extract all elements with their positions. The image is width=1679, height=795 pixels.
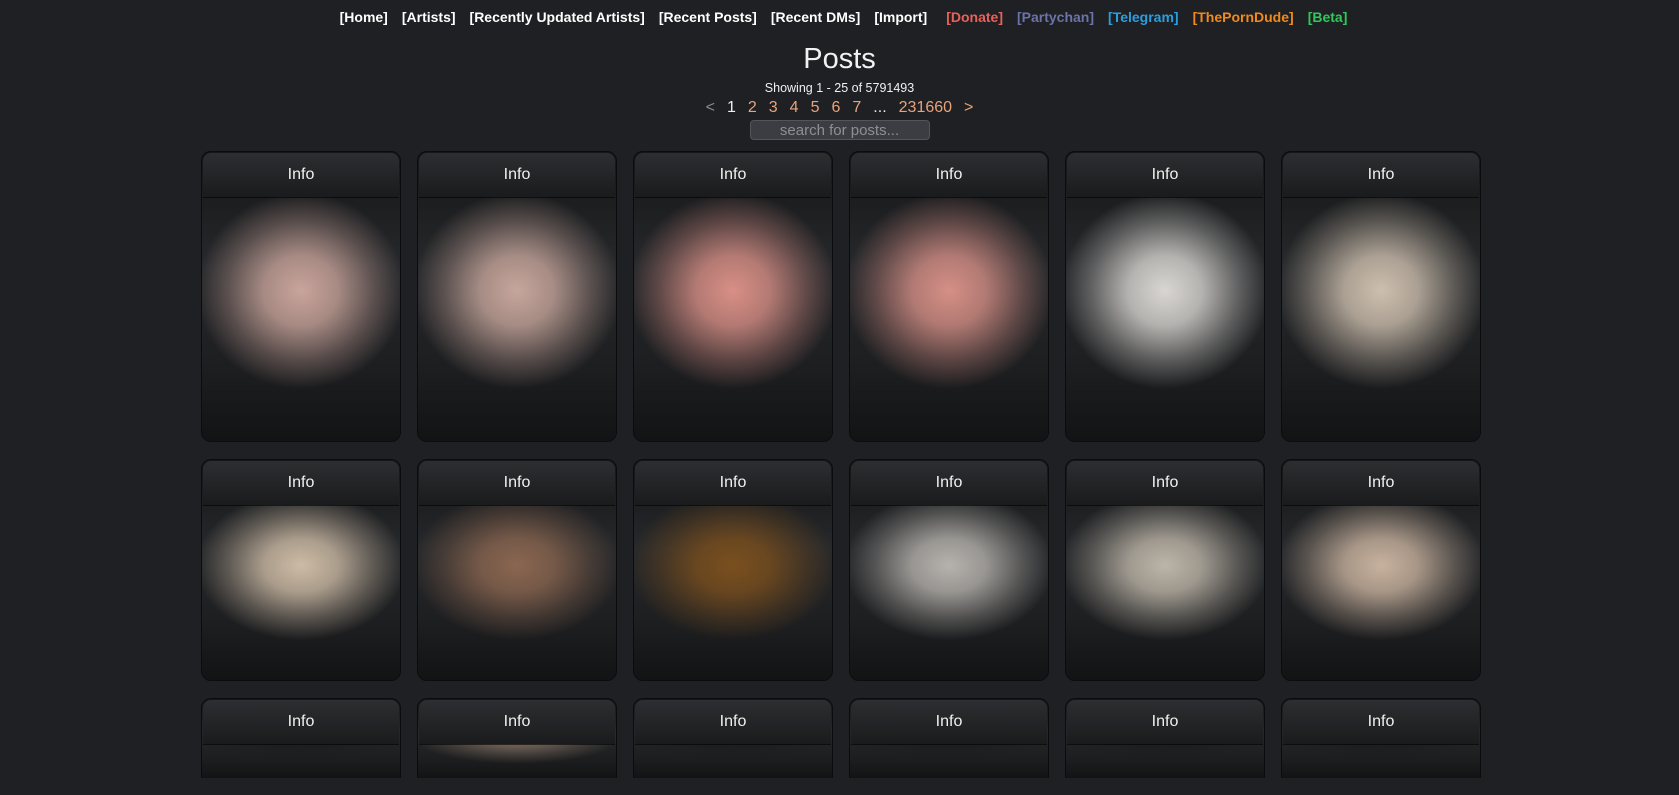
post-info-header[interactable]: Info — [635, 461, 831, 505]
page-link-3[interactable]: 3 — [769, 99, 778, 117]
last-page-link[interactable]: 231660 — [899, 99, 952, 117]
post-info-header[interactable]: Info — [419, 461, 615, 505]
post-info-header[interactable]: Info — [635, 153, 831, 197]
post-info-header[interactable]: Info — [1067, 700, 1263, 744]
prev-page-link[interactable]: < — [706, 99, 715, 117]
post-info-header[interactable]: Info — [1283, 461, 1479, 505]
nav-link-recent-dms[interactable]: [Recent DMs] — [771, 9, 860, 25]
current-page: 1 — [726, 99, 736, 116]
post-row: Info Info Info Info Info Info — [201, 459, 1481, 681]
results-count: Showing 1 - 25 of 5791493 — [764, 81, 915, 95]
post-card[interactable]: Info — [1281, 698, 1481, 778]
post-card[interactable]: Info — [201, 459, 401, 681]
post-card[interactable]: Info — [1065, 459, 1265, 681]
post-info-header[interactable]: Info — [851, 153, 1047, 197]
top-navigation: [Home] [Artists] [Recently Updated Artists… — [0, 0, 1679, 34]
post-card[interactable]: Info — [633, 459, 833, 681]
post-info-header[interactable]: Info — [419, 153, 615, 197]
nav-link-telegram[interactable]: [Telegram] — [1108, 9, 1179, 25]
post-info-header[interactable]: Info — [419, 700, 615, 744]
post-info-header[interactable]: Info — [1283, 153, 1479, 197]
post-card[interactable]: Info — [633, 698, 833, 778]
page-link-2[interactable]: 2 — [748, 99, 757, 117]
page-title: Posts — [803, 43, 876, 75]
search-bar — [0, 120, 1679, 140]
post-info-header[interactable]: Info — [203, 461, 399, 505]
post-card[interactable]: Info — [1065, 698, 1265, 778]
post-card[interactable]: Info — [417, 151, 617, 442]
nav-link-beta[interactable]: [Beta] — [1308, 9, 1348, 25]
post-info-header[interactable]: Info — [203, 153, 399, 197]
page-link-6[interactable]: 6 — [831, 99, 840, 117]
nav-link-home[interactable]: [Home] — [340, 9, 388, 25]
nav-link-recent-posts[interactable]: [Recent Posts] — [659, 9, 757, 25]
post-info-header[interactable]: Info — [1067, 153, 1263, 197]
post-row: Info Info Info Info Info Info — [201, 151, 1481, 442]
post-card[interactable]: Info — [849, 151, 1049, 442]
post-card[interactable]: Info — [417, 698, 617, 778]
post-card[interactable]: Info — [849, 459, 1049, 681]
post-info-header[interactable]: Info — [635, 700, 831, 744]
post-card[interactable]: Info — [201, 698, 401, 778]
nav-link-theporndude[interactable]: [ThePornDude] — [1193, 9, 1294, 25]
post-card[interactable]: Info — [849, 698, 1049, 778]
post-info-header[interactable]: Info — [851, 700, 1047, 744]
search-input[interactable] — [749, 120, 930, 140]
page-link-4[interactable]: 4 — [790, 99, 799, 117]
post-info-header[interactable]: Info — [203, 700, 399, 744]
nav-link-artists[interactable]: [Artists] — [402, 9, 456, 25]
post-card[interactable]: Info — [201, 151, 401, 442]
pagination: < 1 2 3 4 5 6 7 ... 231660 > — [0, 97, 1679, 119]
next-page-link[interactable]: > — [964, 99, 973, 117]
post-info-header[interactable]: Info — [851, 461, 1047, 505]
pagination-ellipsis: ... — [873, 99, 887, 116]
page-link-7[interactable]: 7 — [852, 99, 861, 117]
post-card[interactable]: Info — [417, 459, 617, 681]
post-row: Info Info Info Info Info Info — [201, 698, 1481, 778]
nav-link-donate[interactable]: [Donate] — [946, 9, 1003, 25]
post-grid: Info Info Info Info Info Info Info Info Info Info… — [201, 151, 1481, 795]
post-card[interactable]: Info — [1065, 151, 1265, 442]
post-info-header[interactable]: Info — [1283, 700, 1479, 744]
post-card[interactable]: Info — [633, 151, 833, 442]
nav-link-import[interactable]: [Import] — [874, 9, 927, 25]
post-card[interactable]: Info — [1281, 459, 1481, 681]
page-link-5[interactable]: 5 — [811, 99, 820, 117]
post-info-header[interactable]: Info — [1067, 461, 1263, 505]
post-card[interactable]: Info — [1281, 151, 1481, 442]
nav-link-partychan[interactable]: [Partychan] — [1017, 9, 1094, 25]
nav-link-recently-updated-artists[interactable]: [Recently Updated Artists] — [470, 9, 645, 25]
